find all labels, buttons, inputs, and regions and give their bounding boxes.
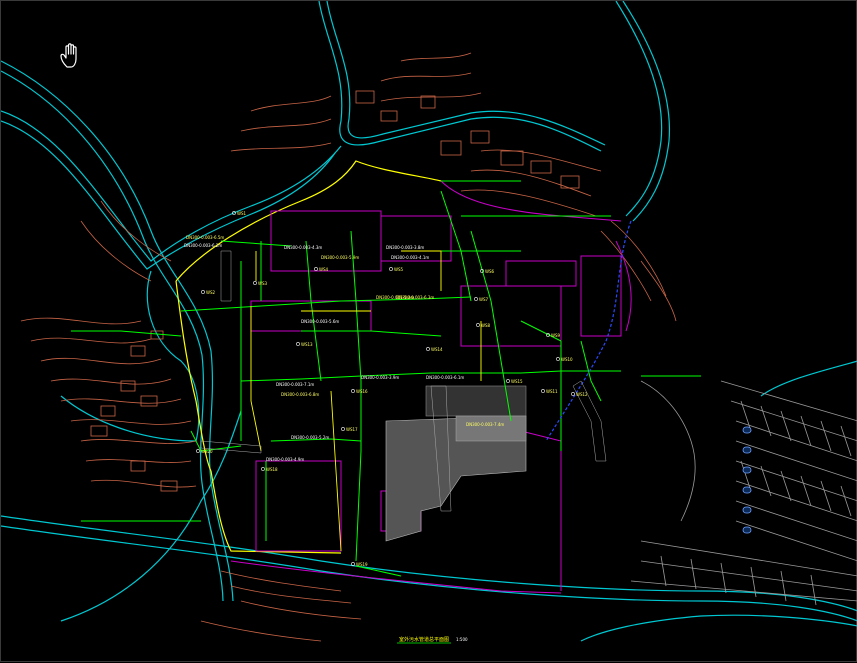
manhole-symbol — [506, 379, 510, 383]
road-top-north — [318, 1, 602, 152]
manhole-label: WS7 — [479, 297, 488, 302]
manhole-label: WS15 — [511, 379, 523, 384]
parking-stalls — [660, 400, 852, 606]
road-west-inner-curve — [60, 395, 197, 442]
pipe-label: DN300-0.003-7.1m — [276, 382, 314, 387]
pipe-label: DN300-0.003-6.2m — [184, 243, 222, 248]
manhole-label: WS3 — [258, 281, 267, 286]
manhole-label: WS14 — [431, 347, 443, 352]
pipe-label: DN300-0.003-7.4m — [466, 422, 504, 427]
cad-drawing-viewport[interactable]: WS1 WS2 WS3 WS4 WS5 WS6 WS7 WS8 WS9 WS10 WS11 WS12 W… — [0, 0, 857, 662]
manhole-symbol — [541, 389, 545, 393]
manhole-label: WS1 — [237, 211, 246, 216]
manhole-label: WS16 — [356, 389, 368, 394]
manhole-label: WS12 — [576, 392, 588, 397]
parking-lot — [630, 380, 857, 606]
pipe-label: DN300-0.003-3.9m — [361, 375, 399, 380]
main-plant-building — [385, 385, 527, 542]
drawing-scale: 1:500 — [456, 637, 468, 642]
pipe-label: DN300-0.003-4.3m — [284, 245, 322, 250]
manhole-label: WS8 — [481, 323, 490, 328]
pipe-label: DN300-0.003-5.2m — [291, 435, 329, 440]
manhole-symbol — [201, 290, 205, 294]
hand-pan-icon[interactable] — [59, 43, 83, 69]
manhole-label: WS6 — [485, 269, 494, 274]
pipe-label: DN300-0.003-5.9m — [321, 255, 359, 260]
manhole-symbol — [474, 297, 478, 301]
manhole-label: WS10 — [561, 357, 573, 362]
manhole-symbol — [253, 281, 257, 285]
road-south-main — [1, 515, 857, 612]
manhole-symbol — [556, 357, 560, 361]
manhole-label: WS2 — [206, 290, 215, 295]
manhole-label: WS11 — [546, 389, 558, 394]
road-far-east — [760, 360, 857, 397]
manhole-label: WS17 — [346, 427, 358, 432]
manhole-symbol — [389, 267, 393, 271]
pipe-label: DN300-0.003-6.5m — [186, 235, 224, 240]
manhole-symbol — [571, 392, 575, 396]
manhole-symbol — [426, 347, 430, 351]
pipe-label: DN300-0.003-3.8m — [386, 245, 424, 250]
road-center-ring — [146, 270, 200, 442]
site-plan-drawing: WS1 WS2 WS3 WS4 WS5 WS6 WS7 WS8 WS9 WS10 WS11 WS12 W… — [1, 1, 857, 644]
pipe-label: DN300-0.003-5.6m — [301, 319, 339, 324]
manhole-symbol — [351, 389, 355, 393]
manhole-label: WS4 — [319, 267, 328, 272]
pipe-label: DN300-0.003-4.1m — [391, 255, 429, 260]
pipe-label: DN300-0.003-4.9m — [266, 457, 304, 462]
manhole-label: WS5 — [394, 267, 403, 272]
manhole-symbol — [261, 467, 265, 471]
manhole-label: WS20 — [201, 449, 213, 454]
road-top-north-inner — [326, 1, 606, 146]
east-drainage-ditch — [545, 220, 632, 442]
manhole-label: WS9 — [551, 333, 560, 338]
manhole-label: WS18 — [266, 467, 278, 472]
pipe-label: DN300-0.003-6.1m — [426, 375, 464, 380]
pipe-label: DN300-0.003-5.4m — [376, 295, 414, 300]
road-top-east-inner — [622, 1, 671, 222]
manhole-symbol — [476, 323, 480, 327]
manhole-symbol — [296, 342, 300, 346]
road-northwest-loop — [1, 110, 342, 262]
manhole-symbol — [196, 449, 200, 453]
manhole-label: WS19 — [356, 562, 368, 567]
drawing-title: 室外污水管道总平面图 — [399, 636, 449, 643]
road-east-loop — [580, 614, 857, 642]
terrain-contours — [20, 52, 677, 642]
manhole-symbol — [341, 427, 345, 431]
manhole-label: WS13 — [301, 342, 313, 347]
road-top-east — [615, 1, 663, 217]
pipe-label: DN300-0.003-6.8m — [281, 392, 319, 397]
manhole-symbol — [314, 267, 318, 271]
